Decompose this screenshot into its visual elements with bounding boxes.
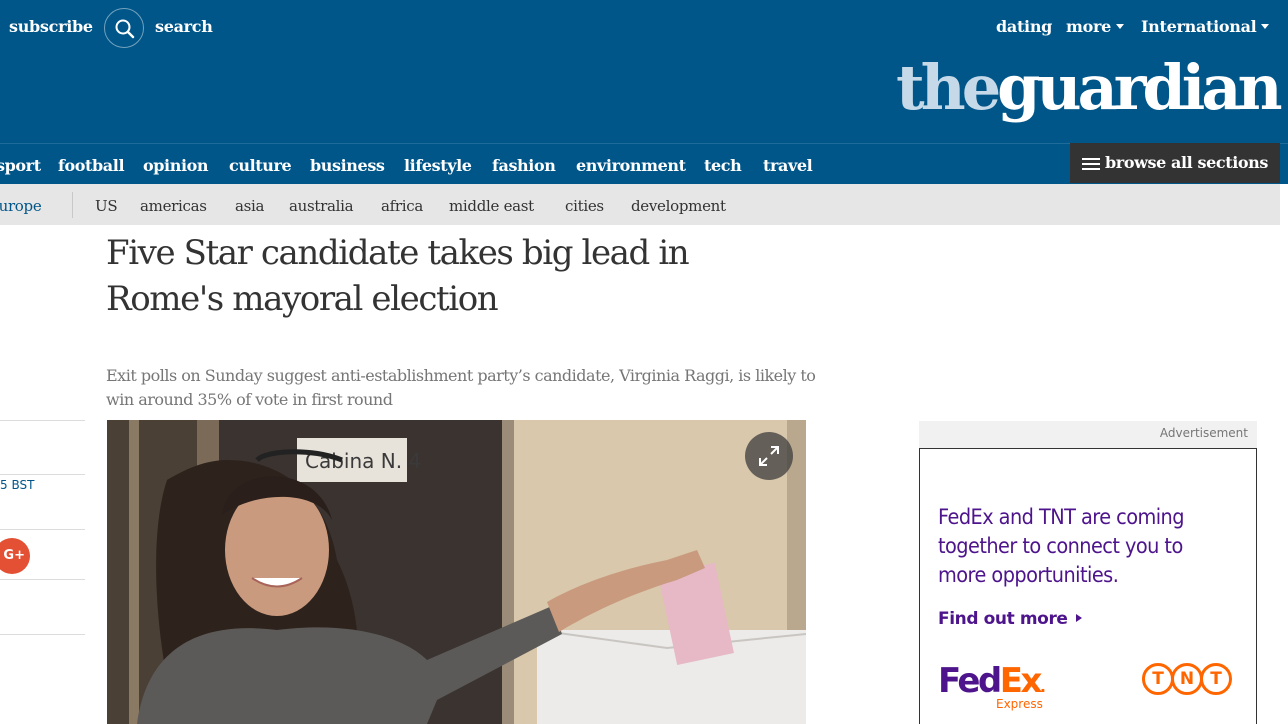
more-label: more xyxy=(1066,17,1112,36)
nav-fashion[interactable]: fashion xyxy=(492,156,556,175)
article-standfirst: Exit polls on Sunday suggest anti-establ… xyxy=(106,366,816,409)
meta-divider xyxy=(0,420,85,421)
advertisement-label: Advertisement xyxy=(919,421,1257,448)
nav-opinion[interactable]: opinion xyxy=(143,156,209,175)
subnav-asia[interactable]: asia xyxy=(235,197,264,215)
logo-the: the xyxy=(896,51,1001,124)
nav-business[interactable]: business xyxy=(310,156,385,175)
nav-football[interactable]: football xyxy=(58,156,125,175)
article-headline: Five Star candidate takes big lead in Ro… xyxy=(106,233,690,319)
edition-label: International xyxy=(1141,17,1257,36)
sub-nav: europe US americas asia australia africa… xyxy=(0,184,1280,225)
edition-menu[interactable]: International xyxy=(1141,17,1270,36)
advert-cta-label: Find out more xyxy=(938,609,1068,629)
expand-image-button[interactable] xyxy=(745,432,793,480)
tnt-letter: T xyxy=(1142,663,1174,695)
advert-find-out-more-link[interactable]: Find out more xyxy=(938,609,1082,629)
subnav-europe[interactable]: europe xyxy=(0,197,42,215)
meta-divider xyxy=(0,529,85,530)
subscribe-link[interactable]: subscribe xyxy=(9,17,93,36)
more-menu[interactable]: more xyxy=(1066,17,1125,36)
arrow-right-icon xyxy=(1075,614,1082,622)
subnav-us[interactable]: US xyxy=(95,197,118,215)
tnt-letter: T xyxy=(1200,663,1232,695)
meta-divider xyxy=(0,474,85,475)
subnav-americas[interactable]: americas xyxy=(140,197,207,215)
nav-travel[interactable]: travel xyxy=(763,156,813,175)
meta-divider xyxy=(0,634,85,635)
browse-all-label: browse all sections xyxy=(1105,153,1269,172)
publish-time: 5 BST xyxy=(0,478,35,492)
subnav-middle-east[interactable]: middle east xyxy=(449,197,534,215)
subnav-africa[interactable]: africa xyxy=(381,197,423,215)
page-edge xyxy=(1281,184,1288,724)
chevron-down-icon xyxy=(1116,24,1125,29)
subnav-development[interactable]: development xyxy=(631,197,726,215)
search-link[interactable]: search xyxy=(155,17,213,36)
nav-sport[interactable]: sport xyxy=(0,156,41,175)
fedex-logo-fed: Fed xyxy=(938,661,1002,701)
expand-icon xyxy=(759,446,779,466)
share-googleplus-button[interactable]: G+ xyxy=(0,538,30,574)
menu-icon xyxy=(1082,158,1100,170)
nav-lifestyle[interactable]: lifestyle xyxy=(404,156,472,175)
chevron-down-icon xyxy=(1261,24,1270,29)
nav-culture[interactable]: culture xyxy=(229,156,292,175)
fedex-express-label: Express xyxy=(996,697,1043,711)
nav-tech[interactable]: tech xyxy=(704,156,742,175)
search-button[interactable] xyxy=(104,8,144,48)
tnt-letter: N xyxy=(1171,663,1203,695)
article-main-image[interactable]: Cabina N. 4 xyxy=(107,420,806,724)
guardian-logo[interactable]: theguardian xyxy=(896,48,1283,128)
subnav-cities[interactable]: cities xyxy=(565,197,604,215)
browse-all-sections-button[interactable]: browse all sections xyxy=(1070,143,1280,183)
search-icon xyxy=(115,19,135,39)
fedex-tnt-advert[interactable]: FedEx and TNT are coming together to con… xyxy=(919,448,1257,724)
logo-guardian: guardian xyxy=(997,51,1282,124)
fedex-logo-dot: . xyxy=(1039,677,1046,696)
meta-divider xyxy=(0,579,85,580)
fedex-logo-ex: Ex xyxy=(999,661,1043,701)
nav-environment[interactable]: environment xyxy=(576,156,686,175)
tnt-logo: TNT xyxy=(1142,663,1232,695)
masthead: subscribe search dating more Internation… xyxy=(0,0,1288,143)
subnav-australia[interactable]: australia xyxy=(289,197,354,215)
subnav-divider xyxy=(72,192,73,218)
advert-text: FedEx and TNT are coming together to con… xyxy=(938,505,1185,587)
dating-link[interactable]: dating xyxy=(996,17,1052,36)
